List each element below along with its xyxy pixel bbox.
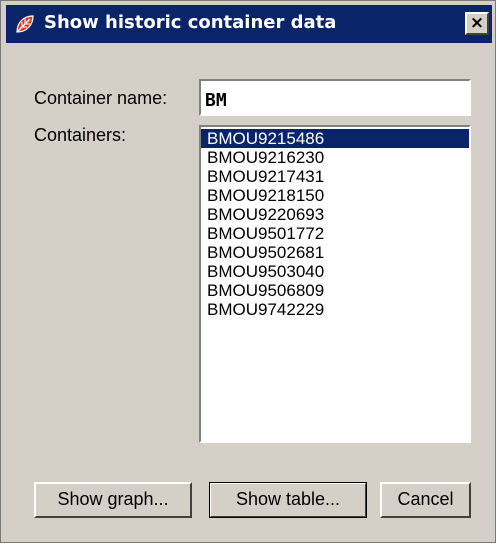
list-item[interactable]: BMOU9502681 <box>201 243 469 262</box>
window-title: Show historic container data <box>44 12 337 33</box>
show-historic-container-dialog: Show historic container data × Container… <box>0 0 496 543</box>
app-leaf-icon <box>16 15 34 33</box>
close-button[interactable]: × <box>465 12 489 35</box>
list-item[interactable]: BMOU9506809 <box>201 281 469 300</box>
show-table-button[interactable]: Show table... <box>209 482 367 518</box>
title-bar[interactable]: Show historic container data × <box>6 5 492 43</box>
list-item[interactable]: BMOU9216230 <box>201 148 469 167</box>
list-item[interactable]: BMOU9220693 <box>201 205 469 224</box>
container-name-label: Container name: <box>34 88 168 108</box>
close-icon: × <box>469 13 485 33</box>
list-item[interactable]: BMOU9217431 <box>201 167 469 186</box>
container-name-input[interactable] <box>199 79 471 116</box>
cancel-button[interactable]: Cancel <box>380 482 471 518</box>
list-item[interactable]: BMOU9742229 <box>201 300 469 319</box>
list-item[interactable]: BMOU9215486 <box>201 129 469 148</box>
list-item[interactable]: BMOU9503040 <box>201 262 469 281</box>
list-item[interactable]: BMOU9501772 <box>201 224 469 243</box>
containers-label: Containers: <box>34 125 127 145</box>
containers-listbox[interactable]: BMOU9215486 BMOU9216230 BMOU9217431 BMOU921… <box>199 125 471 443</box>
show-graph-button[interactable]: Show graph... <box>34 482 192 518</box>
list-item[interactable]: BMOU9218150 <box>201 186 469 205</box>
